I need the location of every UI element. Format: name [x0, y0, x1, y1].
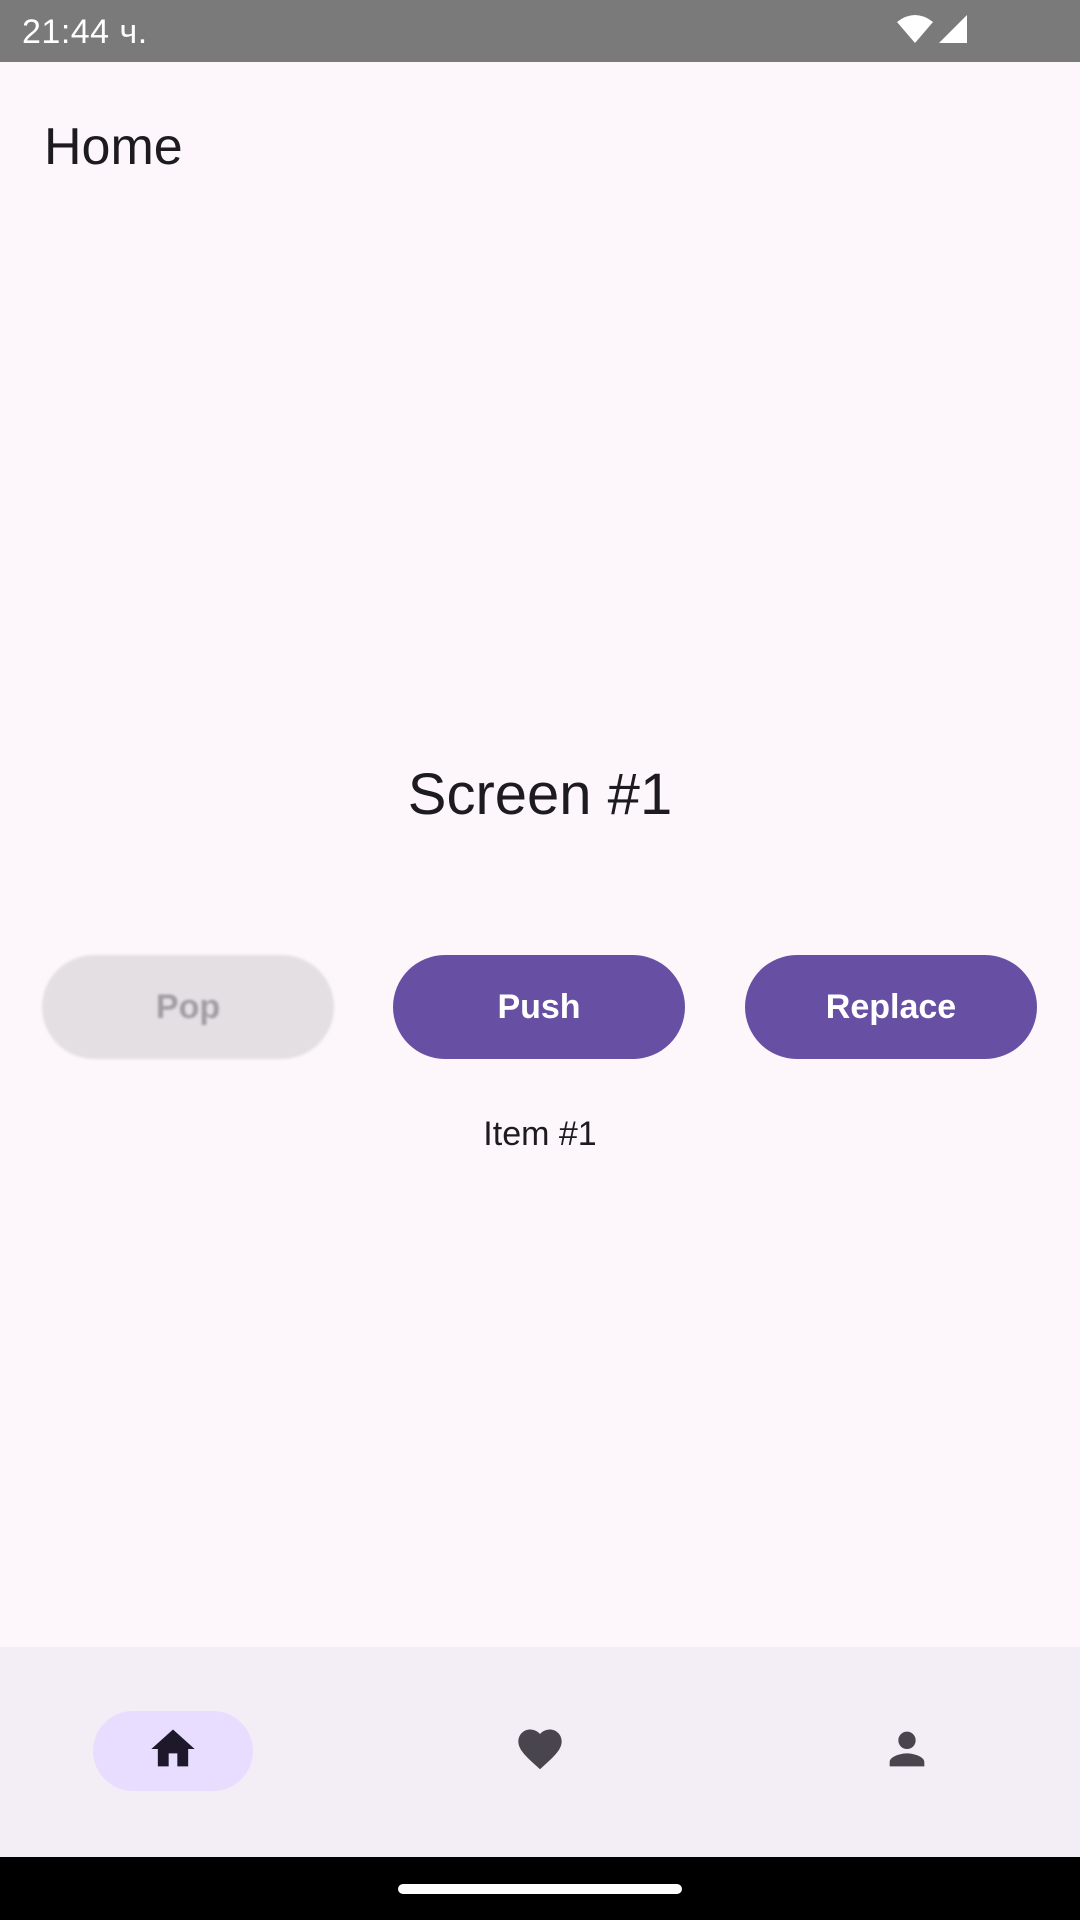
pop-button[interactable]: Pop [42, 955, 334, 1059]
status-bar: 21:44 ч. [0, 0, 1080, 62]
status-time: 21:44 ч. [22, 13, 148, 51]
nav-item-favorites[interactable] [460, 1711, 620, 1791]
home-icon [147, 1723, 199, 1780]
gesture-handle[interactable] [398, 1884, 682, 1894]
nav-item-home[interactable] [93, 1711, 253, 1791]
push-button[interactable]: Push [393, 955, 685, 1059]
cellular-signal-icon [938, 14, 968, 49]
item-label: Item #1 [483, 1115, 597, 1153]
app-screen: 21:44 ч. Home Screen #1 Pop Push Replace… [0, 0, 1080, 1920]
bottom-navigation [0, 1647, 1080, 1857]
heart-icon [514, 1723, 566, 1780]
wifi-icon [896, 14, 934, 49]
screen-title: Screen #1 [407, 762, 673, 827]
status-icons [896, 14, 968, 48]
app-bar-title: Home [44, 118, 183, 176]
person-icon [881, 1723, 933, 1780]
nav-item-profile[interactable] [827, 1711, 987, 1791]
replace-button[interactable]: Replace [745, 955, 1037, 1059]
system-navigation-bar [0, 1857, 1080, 1920]
